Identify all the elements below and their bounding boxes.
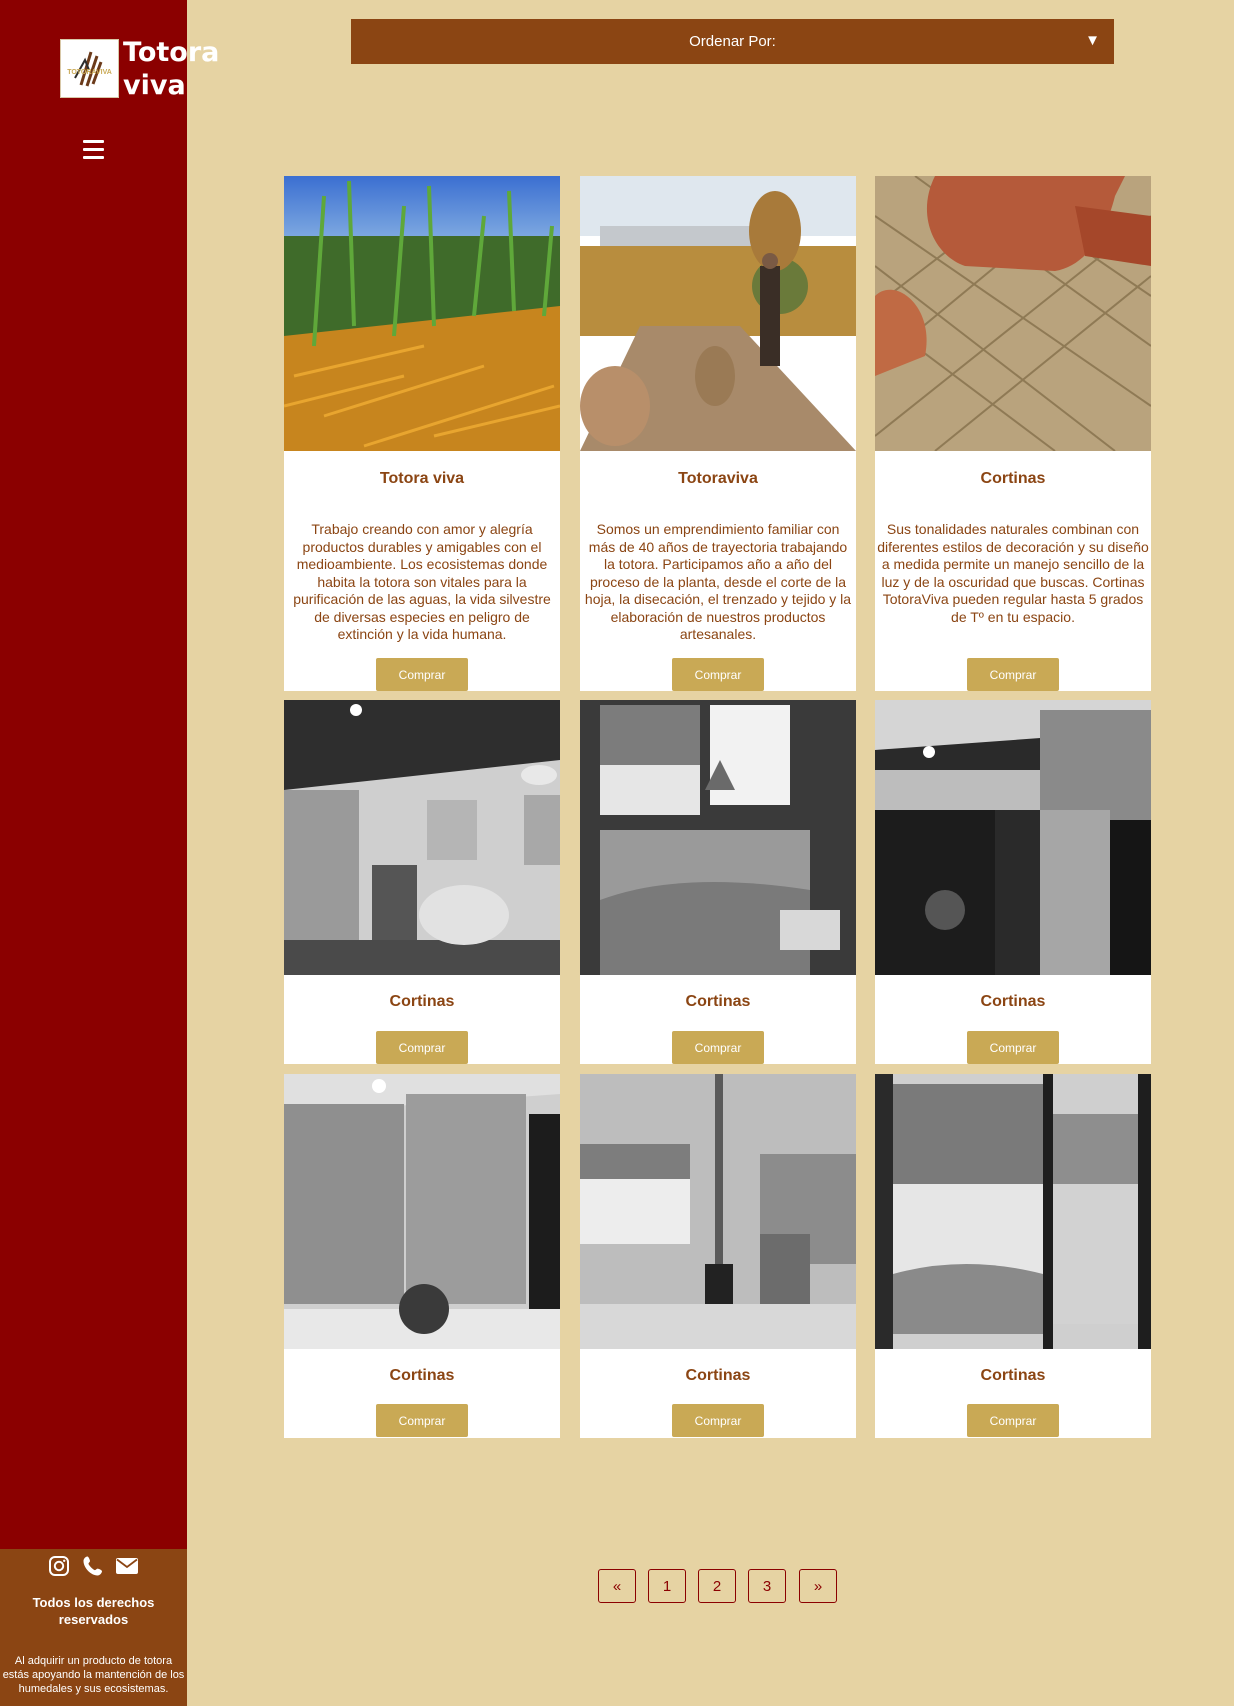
email-icon[interactable] [114, 1553, 140, 1579]
buy-button[interactable]: Comprar [967, 1404, 1059, 1437]
sort-label: Ordenar Por: [689, 33, 776, 50]
buy-button[interactable]: Comprar [967, 658, 1059, 691]
product-title: Cortinas [389, 1367, 455, 1384]
pagination-page-1[interactable]: 1 [648, 1569, 686, 1603]
product-description: Trabajo creando con amor y alegría produ… [293, 521, 551, 642]
product-card: Cortinas Sus tonalidades naturales combi… [875, 176, 1151, 691]
product-image[interactable] [284, 1074, 560, 1349]
product-card: Totoraviva Somos un emprendimiento famil… [580, 176, 856, 691]
product-card: Cortinas Comprar [875, 1074, 1151, 1438]
product-title: Totoraviva [678, 470, 758, 487]
rights-text: Todos los derechos reservados [32, 1595, 155, 1627]
product-image[interactable] [875, 176, 1151, 451]
dropdown-arrow-icon: ▼ [1085, 32, 1100, 49]
product-description: Sus tonalidades naturales combinan con d… [877, 521, 1149, 625]
pagination-page-2[interactable]: 2 [698, 1569, 736, 1603]
product-image[interactable] [580, 176, 856, 451]
product-card: Cortinas Comprar [875, 700, 1151, 1064]
product-image[interactable] [875, 1074, 1151, 1349]
social-links [46, 1553, 140, 1579]
product-image[interactable] [284, 176, 560, 451]
product-title: Cortinas [389, 993, 455, 1010]
product-title: Totora viva [379, 470, 465, 487]
instagram-icon[interactable] [46, 1553, 72, 1579]
phone-icon[interactable] [80, 1553, 106, 1579]
buy-button[interactable]: Comprar [967, 1031, 1059, 1064]
product-card: Totora viva Trabajo creando con amor y a… [284, 176, 560, 691]
buy-button[interactable]: Comprar [376, 1404, 468, 1437]
product-card: Cortinas Comprar [580, 1074, 856, 1438]
buy-button[interactable]: Comprar [672, 1404, 764, 1437]
product-title: Cortinas [685, 993, 751, 1010]
svg-text:TOTORAVIVA: TOTORAVIVA [67, 69, 112, 76]
product-card: Cortinas Comprar [284, 700, 560, 1064]
product-image[interactable] [580, 1074, 856, 1349]
product-title: Cortinas [685, 1367, 751, 1384]
product-description: Somos un emprendimiento familiar con más… [584, 521, 852, 642]
product-title: Cortinas [980, 993, 1046, 1010]
buy-button[interactable]: Comprar [672, 1031, 764, 1064]
product-image[interactable] [284, 700, 560, 975]
logo[interactable]: TOTORAVIVA [60, 39, 119, 98]
buy-button[interactable]: Comprar [376, 1031, 468, 1064]
sort-dropdown[interactable]: Ordenar Por: ▼ [351, 19, 1114, 64]
pagination-prev[interactable]: « [598, 1569, 636, 1603]
pagination-next[interactable]: » [799, 1569, 837, 1603]
product-title: Cortinas [980, 1367, 1046, 1384]
product-image[interactable] [875, 700, 1151, 975]
product-card: Cortinas Comprar [580, 700, 856, 1064]
product-title: Cortinas [980, 470, 1046, 487]
product-image[interactable] [580, 700, 856, 975]
buy-button[interactable]: Comprar [672, 658, 764, 691]
footer-note: Al adquirir un producto de totora estás … [2, 1655, 185, 1695]
sidebar [0, 0, 187, 1706]
product-card: Cortinas Comprar [284, 1074, 560, 1438]
buy-button[interactable]: Comprar [376, 658, 468, 691]
brand-name[interactable]: Totora viva [123, 36, 219, 102]
menu-icon[interactable] [83, 140, 104, 160]
pagination-page-3[interactable]: 3 [748, 1569, 786, 1603]
